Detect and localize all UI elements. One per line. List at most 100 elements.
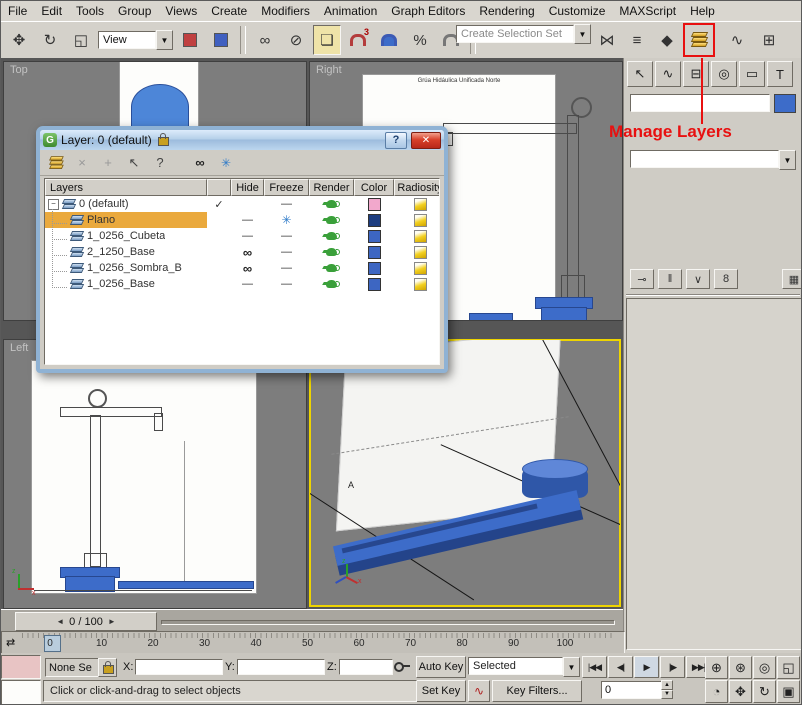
select-manipulate-icon[interactable] bbox=[207, 25, 235, 55]
x-coordinate-field[interactable] bbox=[135, 659, 223, 675]
select-rotate-icon[interactable]: ↻ bbox=[36, 25, 64, 55]
hide-cell[interactable]: ∞ bbox=[231, 260, 264, 276]
menu-edit[interactable]: Edit bbox=[34, 2, 69, 20]
render-cell[interactable] bbox=[309, 196, 354, 212]
menu-animation[interactable]: Animation bbox=[317, 2, 384, 20]
radiosity-cell[interactable] bbox=[394, 196, 440, 212]
tab-motion-icon[interactable]: ◎ bbox=[711, 61, 737, 87]
hide-glasses-icon[interactable]: ∞ bbox=[190, 153, 210, 173]
field-of-view-icon[interactable]: ◔ bbox=[705, 680, 728, 703]
render-cell[interactable] bbox=[309, 276, 354, 292]
layer-name-label[interactable]: 1_0256_Sombra_B bbox=[87, 262, 182, 274]
next-frame-icon[interactable]: |▶ bbox=[660, 656, 685, 678]
chevron-down-icon[interactable]: ▼ bbox=[574, 24, 591, 44]
spinner-down-icon[interactable]: ▼ bbox=[661, 690, 673, 700]
zoom-icon[interactable]: ⊕ bbox=[705, 656, 728, 679]
use-center-icon[interactable] bbox=[176, 25, 204, 55]
layer-name-label[interactable]: 2_1250_Base bbox=[87, 246, 155, 258]
tab-utilities-icon[interactable]: T bbox=[767, 61, 793, 87]
select-highlighted-icon[interactable]: ↖ bbox=[124, 153, 144, 173]
frame-forward-icon[interactable]: ► bbox=[108, 617, 116, 626]
layer-row[interactable]: 1_0256_Cubeta—— bbox=[45, 228, 439, 244]
hide-cell[interactable] bbox=[231, 196, 264, 212]
select-move-icon[interactable]: ✥ bbox=[5, 25, 33, 55]
hide-cell[interactable]: — bbox=[231, 212, 264, 228]
show-end-result-icon[interactable]: ‖ bbox=[658, 269, 682, 289]
previous-frame-icon[interactable]: ◀| bbox=[608, 656, 633, 678]
menu-help[interactable]: Help bbox=[683, 2, 722, 20]
layer-name-label[interactable]: 1_0256_Cubeta bbox=[87, 230, 165, 242]
spinner-up-icon[interactable]: ▲ bbox=[661, 680, 673, 690]
current-layer-cell[interactable] bbox=[207, 244, 231, 260]
menu-rendering[interactable]: Rendering bbox=[472, 2, 541, 20]
layer-name-cell[interactable]: 2_1250_Base bbox=[45, 244, 207, 260]
object-color-swatch[interactable] bbox=[774, 94, 796, 113]
hide-cell[interactable]: — bbox=[231, 276, 264, 292]
maxscript-mini-listener-white[interactable] bbox=[1, 680, 41, 705]
menu-views[interactable]: Views bbox=[158, 2, 204, 20]
color-cell[interactable] bbox=[354, 276, 394, 292]
configure-modifier-sets-icon[interactable]: ▦ bbox=[782, 269, 802, 289]
layer-name-cell[interactable]: −0 (default) bbox=[45, 196, 207, 212]
layer-dialog-titlebar[interactable]: G Layer: 0 (default) ? ✕ bbox=[40, 130, 444, 150]
viewport-left[interactable]: Left z x bbox=[3, 339, 307, 609]
render-cell[interactable] bbox=[309, 228, 354, 244]
highlight-selected-icon[interactable]: ? bbox=[150, 153, 170, 173]
maxscript-mini-listener-pink[interactable] bbox=[1, 655, 41, 679]
selection-lock-toggle[interactable] bbox=[98, 658, 117, 677]
color-cell[interactable] bbox=[354, 260, 394, 276]
radiosity-cell[interactable] bbox=[394, 212, 440, 228]
add-to-layer-icon[interactable]: + bbox=[98, 153, 118, 173]
chevron-down-icon[interactable]: ▼ bbox=[156, 30, 173, 50]
current-layer-cell[interactable] bbox=[207, 212, 231, 228]
viewport-right-label[interactable]: Right bbox=[316, 64, 342, 76]
manage-layers-icon[interactable] bbox=[685, 25, 713, 55]
radiosity-cell[interactable] bbox=[394, 276, 440, 292]
create-layer-icon[interactable] bbox=[46, 153, 66, 173]
tab-modify-icon[interactable]: ∿ bbox=[655, 61, 681, 87]
new-key-filter-icon[interactable]: ∿ bbox=[468, 680, 490, 702]
snap-toggle-icon[interactable]: ❏ bbox=[313, 25, 341, 55]
color-cell[interactable] bbox=[354, 212, 394, 228]
freeze-cell[interactable]: — bbox=[264, 260, 309, 276]
color-cell[interactable] bbox=[354, 196, 394, 212]
column-color[interactable]: Color bbox=[354, 179, 394, 196]
zoom-all-icon[interactable]: ⊛ bbox=[729, 656, 752, 679]
help-button[interactable]: ? bbox=[385, 132, 407, 149]
radiosity-cell[interactable] bbox=[394, 244, 440, 260]
viewport-perspective-active[interactable]: A z x bbox=[309, 339, 621, 607]
layer-color-swatch[interactable] bbox=[368, 198, 381, 211]
column-render[interactable]: Render bbox=[309, 179, 354, 196]
freeze-cell[interactable]: — bbox=[264, 276, 309, 292]
layer-row[interactable]: −0 (default)✓— bbox=[45, 196, 439, 212]
column-radiosity[interactable]: Radiosity bbox=[394, 179, 440, 196]
tab-select-icon[interactable]: ↖ bbox=[627, 61, 653, 87]
layer-name-cell[interactable]: 1_0256_Sombra_B bbox=[45, 260, 207, 276]
freeze-cell[interactable]: — bbox=[264, 244, 309, 260]
pan-icon[interactable]: ✥ bbox=[729, 680, 752, 703]
select-scale-icon[interactable]: ◱ bbox=[67, 25, 95, 55]
current-layer-cell[interactable] bbox=[207, 228, 231, 244]
menu-maxscript[interactable]: MAXScript bbox=[612, 2, 683, 20]
named-selection-set-dropdown[interactable]: Create Selection Set ▼ bbox=[456, 25, 591, 43]
hide-cell[interactable]: ∞ bbox=[231, 244, 264, 260]
current-layer-cell[interactable]: ✓ bbox=[207, 196, 231, 212]
mirror-icon[interactable]: ⋈ bbox=[593, 25, 621, 55]
link-icon[interactable]: ∞ bbox=[251, 25, 279, 55]
rollout-area[interactable] bbox=[626, 298, 802, 650]
layer-row[interactable]: 2_1250_Base ∞— bbox=[45, 244, 439, 260]
layer-color-swatch[interactable] bbox=[368, 278, 381, 291]
swap-icon[interactable]: ⇄ bbox=[6, 636, 15, 649]
menu-create[interactable]: Create bbox=[204, 2, 254, 20]
arc-rotate-icon[interactable]: ↻ bbox=[753, 680, 776, 703]
color-cell[interactable] bbox=[354, 228, 394, 244]
layer-name-cell[interactable]: 1_0256_Base bbox=[45, 276, 207, 292]
play-icon[interactable]: ▶ bbox=[634, 656, 659, 678]
viewport-left-label[interactable]: Left bbox=[10, 342, 28, 354]
go-to-start-icon[interactable]: |◀◀ bbox=[582, 656, 607, 678]
layer-row[interactable]: Plano—✳ bbox=[45, 212, 439, 228]
render-cell[interactable] bbox=[309, 244, 354, 260]
schematic-view-icon[interactable]: ⊞ bbox=[755, 25, 783, 55]
menu-group[interactable]: Group bbox=[111, 2, 158, 20]
column-hide[interactable]: Hide bbox=[231, 179, 264, 196]
